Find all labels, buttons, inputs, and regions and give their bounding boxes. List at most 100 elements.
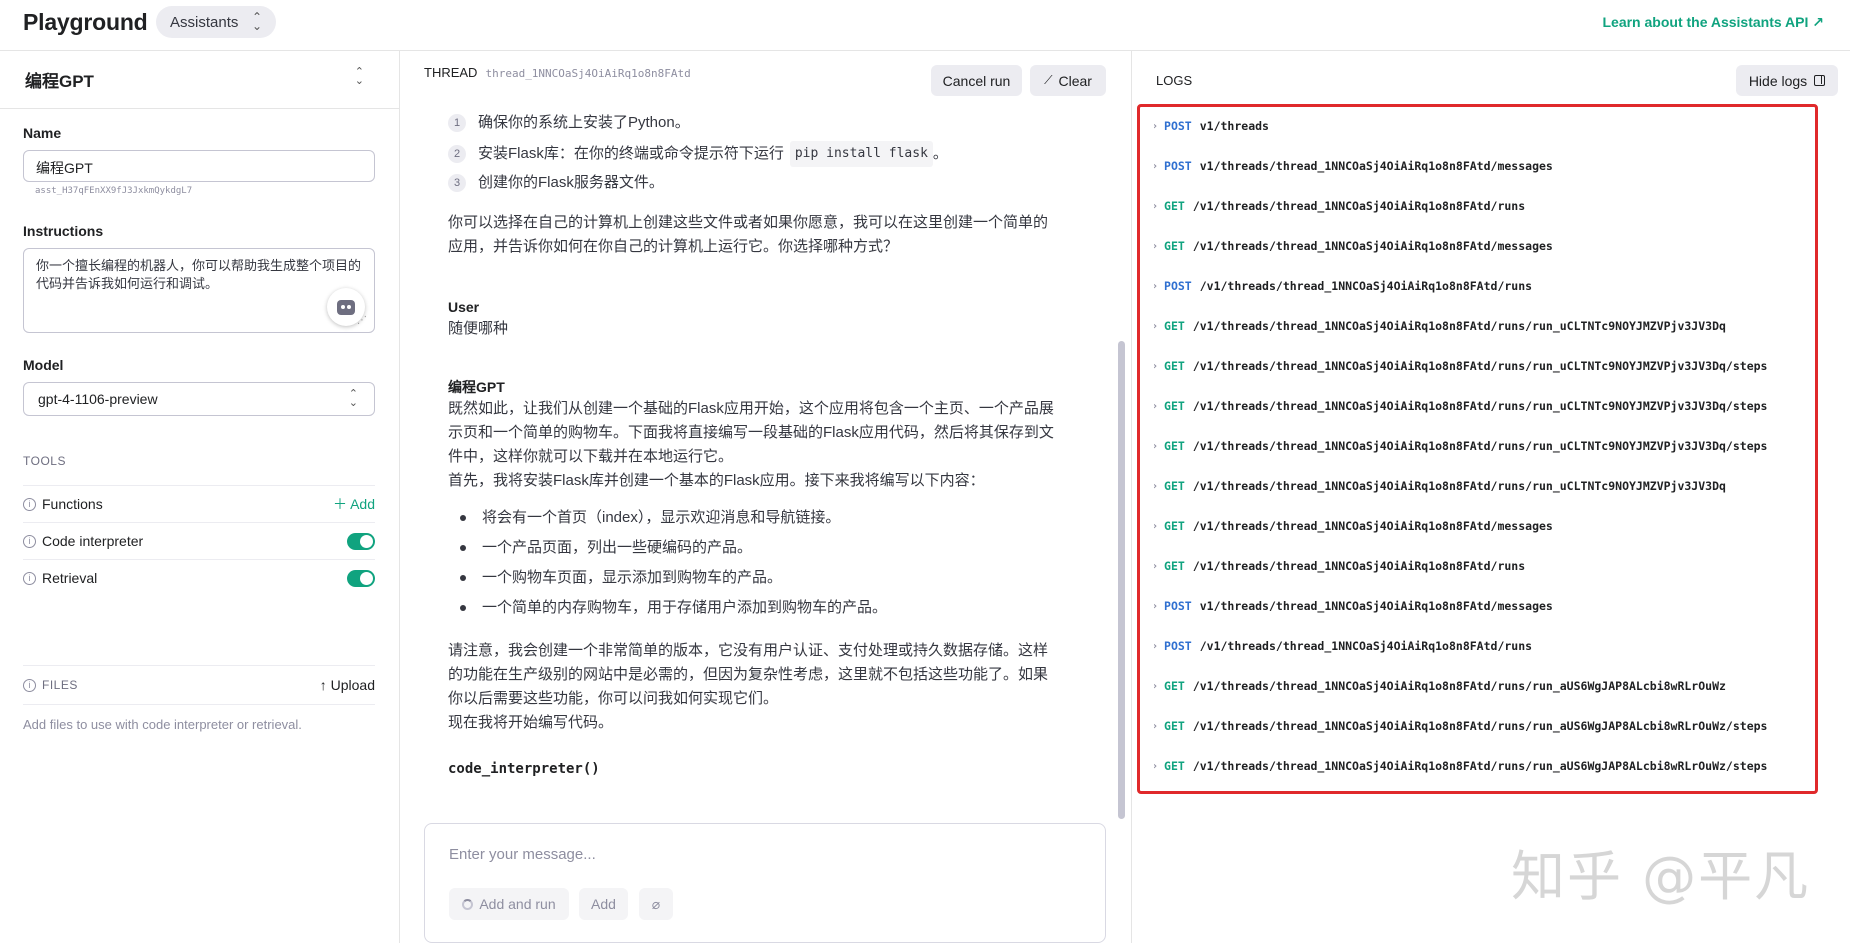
chevron-right-icon: › xyxy=(1152,360,1159,372)
info-icon[interactable]: i xyxy=(23,678,36,692)
hide-logs-button[interactable]: Hide logs xyxy=(1736,65,1838,96)
upload-label: Upload xyxy=(330,677,375,693)
log-entry[interactable]: › POST v1/threads/thread_1NNCOaSj4OiAiRq1o… xyxy=(1152,159,1553,173)
message-composer: Enter your message... Add and run Add ⌀ xyxy=(424,823,1106,943)
upload-button[interactable]: ↑ Upload xyxy=(320,677,375,693)
log-entry[interactable]: › POST/v1/threads/thread_1NNCOaSj4OiAiRq1… xyxy=(1152,279,1532,293)
chevron-right-icon: › xyxy=(1152,680,1159,692)
log-entry[interactable]: › GET/v1/threads/thread_1NNCOaSj4OiAiRq1o… xyxy=(1152,719,1767,733)
chevron-right-icon: › xyxy=(1152,320,1159,332)
log-method: GET xyxy=(1164,519,1185,533)
log-entry[interactable]: › POST v1/threads xyxy=(1152,119,1269,133)
step-number: 1 xyxy=(448,114,466,132)
watermark: 知乎 @平凡 xyxy=(1511,845,1811,908)
info-icon[interactable]: i xyxy=(23,534,36,548)
assistant-selector[interactable]: 编程GPT ⌃ ⌄ xyxy=(0,51,399,109)
paperclip-icon: ⌀ xyxy=(651,895,661,912)
resize-handle-icon[interactable]: ⋰ xyxy=(357,315,367,326)
model-select[interactable]: gpt-4-1106-preview ⌃ ⌄ xyxy=(23,382,375,416)
assistant-message-text: 首先，我将安装Flask库并创建一个基本的Flask应用。接下来我将编写以下内容… xyxy=(448,472,985,489)
logs-panel: LOGS Hide logs › POST v1/threads › POST v1/th… xyxy=(1132,51,1850,943)
inline-code: pip install flask xyxy=(789,141,933,167)
list-item: 1 确保你的系统上安装了Python。 xyxy=(448,111,690,135)
list-item: 将会有一个首页（index），显示欢迎消息和导航链接。 xyxy=(460,506,840,530)
retrieval-toggle[interactable] xyxy=(347,569,375,587)
chevron-right-icon: › xyxy=(1152,200,1159,212)
step-number: 2 xyxy=(448,145,466,163)
add-and-run-button[interactable]: Add and run xyxy=(449,888,569,920)
log-path: /v1/threads/thread_1NNCOaSj4OiAiRq1o8n8F… xyxy=(1192,679,1726,693)
log-entry[interactable]: › GET/v1/threads/thread_1NNCOaSj4OiAiRq1o… xyxy=(1152,519,1553,533)
user-message-text: 随便哪种 xyxy=(448,320,509,337)
log-method: GET xyxy=(1164,679,1185,693)
log-path: /v1/threads/thread_1NNCOaSj4OiAiRq1o8n8F… xyxy=(1192,319,1726,333)
thread-label: THREAD xyxy=(424,65,478,80)
log-method: POST xyxy=(1164,119,1192,133)
thread-header: THREAD thread_1NNCOaSj4OiAiRq1o8n8FAtd xyxy=(424,65,691,80)
log-entry[interactable]: › GET/v1/threads/thread_1NNCOaSj4OiAiRq1o… xyxy=(1152,199,1525,213)
files-help-text: Add files to use with code interpreter o… xyxy=(23,717,302,732)
log-method: GET xyxy=(1164,199,1185,213)
clear-button[interactable]: ⟋ Clear xyxy=(1030,65,1106,96)
log-method: POST xyxy=(1164,159,1192,173)
step-text: 安装Flask库：在你的终端或命令提示符下运行 xyxy=(478,145,784,162)
name-input[interactable]: 编程GPT xyxy=(23,150,375,182)
assistant-config-panel: 编程GPT ⌃ ⌄ Name 编程GPT asst_H37qFEnXX9fJ3Jx… xyxy=(0,51,400,943)
log-entry[interactable]: › GET/v1/threads/thread_1NNCOaSj4OiAiRq1o… xyxy=(1152,359,1767,373)
log-entry[interactable]: › GET/v1/threads/thread_1NNCOaSj4OiAiRq1o… xyxy=(1152,319,1726,333)
chevron-right-icon: › xyxy=(1152,160,1159,172)
chevron-right-icon: › xyxy=(1152,760,1159,772)
thread-scrollbar[interactable] xyxy=(1118,341,1125,819)
spinner-icon xyxy=(462,898,474,910)
assistant-message-text: 你可以选择在自己的计算机上创建这些文件或者如果你愿意，我可以在这里创建一个简单的… xyxy=(448,214,1049,255)
chevron-right-icon: › xyxy=(1152,720,1159,732)
info-icon[interactable]: i xyxy=(23,497,36,511)
chevron-right-icon: › xyxy=(1152,560,1159,572)
log-entry[interactable]: › GET/v1/threads/thread_1NNCOaSj4OiAiRq1o… xyxy=(1152,759,1767,773)
log-entry[interactable]: › GET/v1/threads/thread_1NNCOaSj4OiAiRq1o… xyxy=(1152,239,1553,253)
add-function-button[interactable]: ＋ Add xyxy=(333,494,375,514)
log-entry[interactable]: › GET/v1/threads/thread_1NNCOaSj4OiAiRq1o… xyxy=(1152,679,1726,693)
chevron-right-icon: › xyxy=(1152,400,1159,412)
chevron-right-icon: › xyxy=(1152,280,1159,292)
list-item: 一个产品页面，列出一些硬编码的产品。 xyxy=(460,536,752,560)
log-method: POST xyxy=(1164,599,1192,613)
mode-select[interactable]: Assistants ⌃ ⌄ xyxy=(156,6,276,38)
log-path: /v1/threads/thread_1NNCOaSj4OiAiRq1o8n8F… xyxy=(1192,359,1768,373)
log-entry[interactable]: › POST v1/threads/thread_1NNCOaSj4OiAiRq1o… xyxy=(1152,599,1553,613)
side-panel-icon xyxy=(1814,75,1826,86)
log-entry[interactable]: › GET/v1/threads/thread_1NNCOaSj4OiAiRq1o… xyxy=(1152,479,1726,493)
code-interpreter-label: Code interpreter xyxy=(42,533,144,549)
log-method: GET xyxy=(1164,319,1185,333)
thread-panel: THREAD thread_1NNCOaSj4OiAiRq1o8n8FAtd C… xyxy=(400,51,1132,943)
log-entry[interactable]: › GET/v1/threads/thread_1NNCOaSj4OiAiRq1o… xyxy=(1152,439,1767,453)
log-method: GET xyxy=(1164,239,1185,253)
step-text: 确保你的系统上安装了Python。 xyxy=(478,114,690,131)
chevron-right-icon: › xyxy=(1152,520,1159,532)
log-method: GET xyxy=(1164,439,1185,453)
cancel-run-button[interactable]: Cancel run xyxy=(931,65,1022,96)
learn-assistants-api-link[interactable]: Learn about the Assistants API ↗ xyxy=(1602,14,1824,31)
log-entry[interactable]: › POST/v1/threads/thread_1NNCOaSj4OiAiRq1… xyxy=(1152,639,1532,653)
chevron-up-down-icon: ⌃ ⌄ xyxy=(251,10,262,33)
log-method: GET xyxy=(1164,559,1185,573)
message-input[interactable]: Enter your message... xyxy=(449,846,596,863)
info-icon[interactable]: i xyxy=(23,571,36,585)
tool-call-code-interpreter[interactable]: code_interpreter() xyxy=(448,757,600,781)
instructions-textarea[interactable]: 你一个擅长编程的机器人，你可以帮助我生成整个项目的代码并告诉我如何运行和调试。 xyxy=(23,248,375,333)
add-message-button[interactable]: Add xyxy=(579,888,628,920)
tools-section-title: TOOLS xyxy=(23,454,66,468)
chevron-right-icon: › xyxy=(1152,640,1159,652)
log-path: /v1/threads/thread_1NNCOaSj4OiAiRq1o8n8F… xyxy=(1192,519,1553,533)
files-section-title: FILES xyxy=(42,678,78,692)
log-entry[interactable]: › GET/v1/threads/thread_1NNCOaSj4OiAiRq1o… xyxy=(1152,559,1525,573)
log-path: /v1/threads/thread_1NNCOaSj4OiAiRq1o8n8F… xyxy=(1192,439,1768,453)
step-text-tail: 。 xyxy=(932,145,948,162)
log-path: v1/threads/thread_1NNCOaSj4OiAiRq1o8n8FA… xyxy=(1199,599,1553,613)
attach-file-button[interactable]: ⌀ xyxy=(639,888,673,920)
log-entry[interactable]: › GET/v1/threads/thread_1NNCOaSj4OiAiRq1o… xyxy=(1152,399,1767,413)
log-method: GET xyxy=(1164,719,1185,733)
code-interpreter-toggle[interactable] xyxy=(347,532,375,550)
chevron-up-down-icon: ⌃ ⌄ xyxy=(354,66,364,87)
add-function-label: Add xyxy=(350,496,375,512)
